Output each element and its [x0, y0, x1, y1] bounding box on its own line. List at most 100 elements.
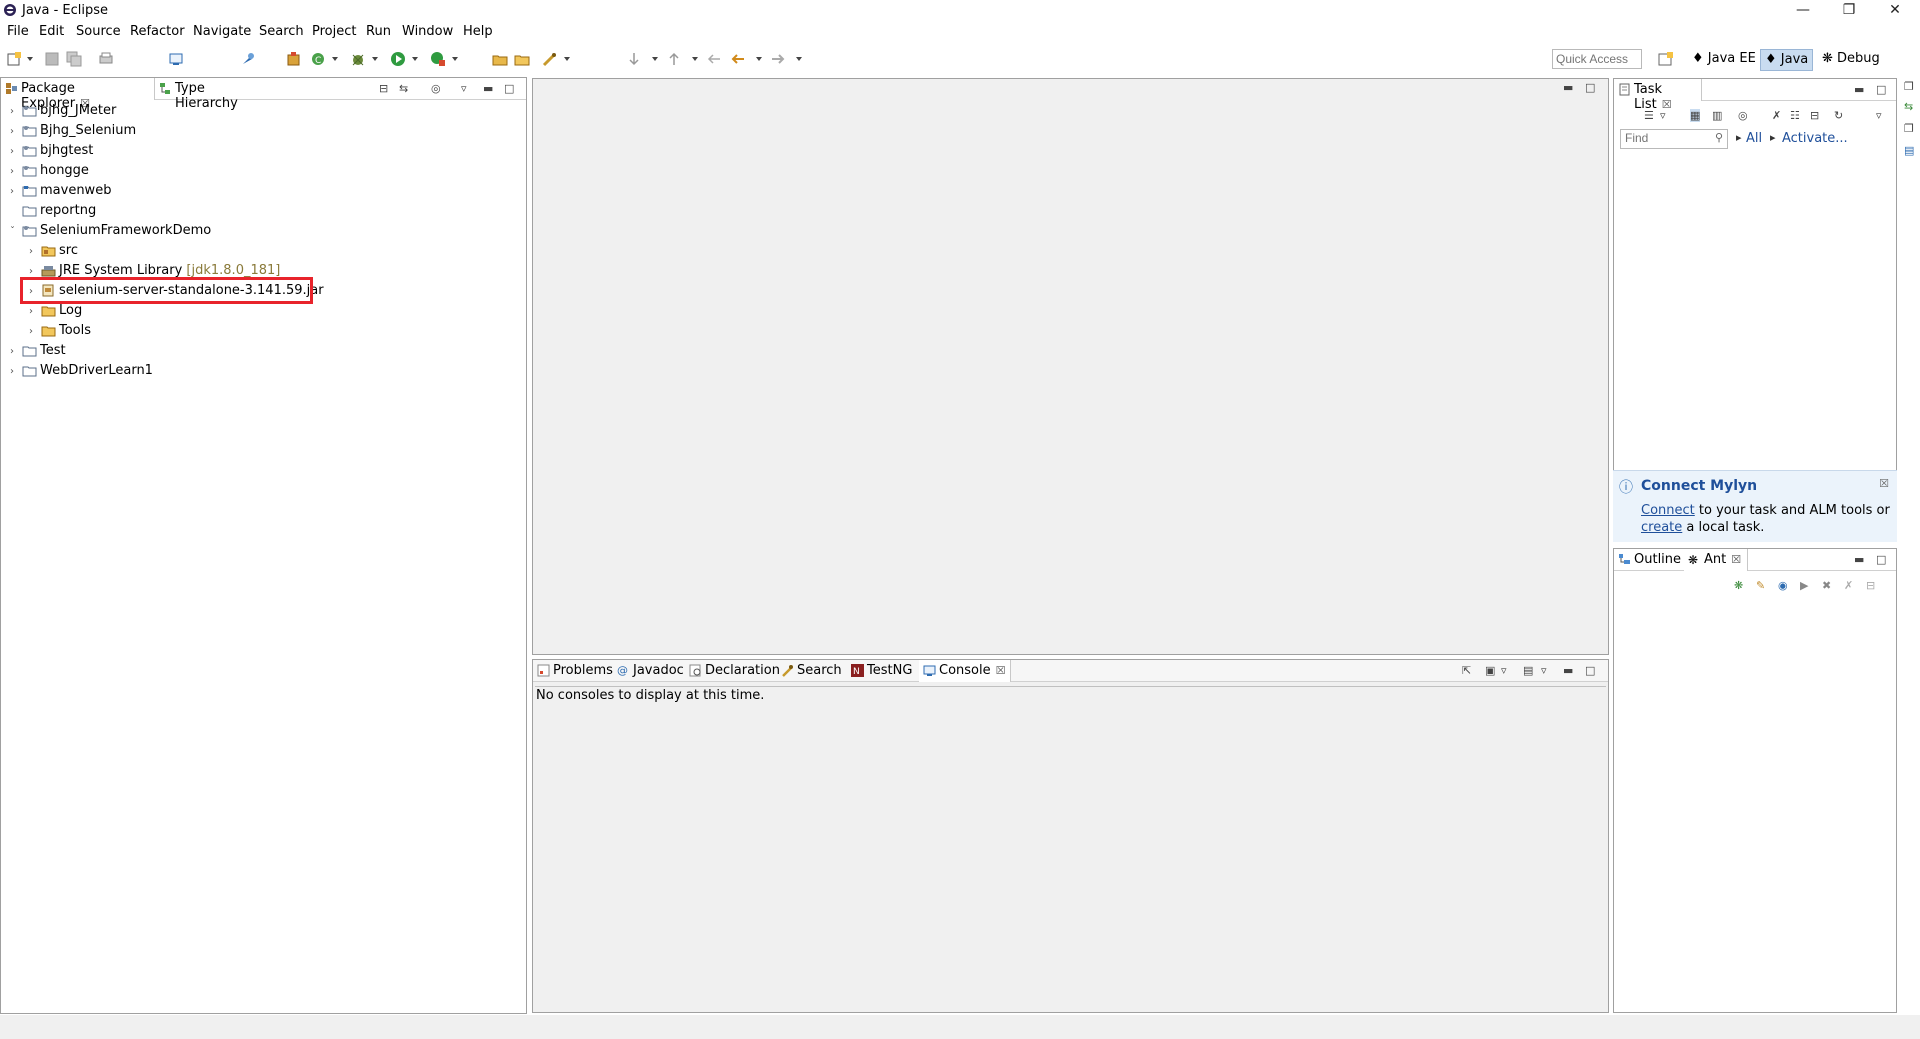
chevron-right-icon[interactable]: › — [29, 246, 39, 257]
perspective-debug[interactable]: ❋ Debug — [1818, 49, 1884, 71]
close-tab-icon[interactable]: ☒ — [1731, 553, 1741, 566]
new-task-dropdown-icon[interactable]: ▿ — [1660, 109, 1666, 122]
chevron-right-icon[interactable]: › — [10, 186, 20, 197]
new-dropdown-icon[interactable] — [27, 57, 33, 61]
editor-area[interactable]: ▬ □ — [532, 78, 1609, 655]
menu-edit[interactable]: Edit — [39, 24, 64, 39]
pin-icon[interactable] — [240, 51, 256, 67]
connect-link[interactable]: Connect — [1641, 503, 1695, 518]
find-input-box[interactable]: ⚲ — [1620, 129, 1728, 149]
hide-completed-icon[interactable]: ✗ — [1772, 109, 1781, 122]
tab-testng[interactable]: N TestNG — [847, 660, 919, 682]
restore-icon[interactable]: ❐ — [1904, 122, 1914, 135]
search-dropdown-icon[interactable] — [564, 57, 570, 61]
open-console-dropdown-icon[interactable]: ▿ — [1541, 664, 1547, 677]
maximize-view-icon[interactable]: □ — [1876, 83, 1886, 96]
maximize-view-icon[interactable]: □ — [1585, 664, 1595, 677]
prev-annotation-icon[interactable] — [666, 51, 682, 67]
save-all-icon[interactable] — [66, 51, 82, 67]
remove-icon[interactable]: ✖ — [1822, 579, 1831, 592]
tab-javadoc[interactable]: @ Javadoc — [613, 660, 685, 682]
new-icon[interactable] — [6, 51, 22, 67]
save-icon[interactable] — [44, 51, 60, 67]
menu-search[interactable]: Search — [259, 24, 304, 39]
open-perspective-icon[interactable] — [1658, 51, 1674, 67]
close-icon[interactable]: ☒ — [1879, 477, 1889, 490]
chevron-right-icon[interactable]: › — [10, 146, 20, 157]
link-with-editor-icon[interactable]: ⇆ — [399, 82, 408, 95]
prev-annotation-dropdown-icon[interactable] — [692, 57, 698, 61]
close-tab-icon[interactable]: ☒ — [996, 664, 1006, 677]
tab-type-hierarchy[interactable]: Type Hierarchy — [155, 78, 267, 111]
restore-icon[interactable]: ❐ — [1826, 0, 1872, 21]
forward-dropdown-icon[interactable] — [796, 57, 802, 61]
search-toolbar-icon[interactable] — [542, 51, 558, 67]
minimize-view-icon[interactable]: ▬ — [483, 82, 493, 95]
focus-task-icon[interactable]: ◎ — [431, 82, 441, 95]
chevron-right-icon[interactable]: › — [10, 366, 20, 377]
chevron-right-icon[interactable]: › — [10, 126, 20, 137]
console-content[interactable]: No consoles to display at this time. — [535, 686, 1606, 1010]
minimize-icon[interactable]: — — [1780, 0, 1826, 21]
chevron-right-icon[interactable]: › — [29, 266, 39, 277]
perspective-java-ee[interactable]: ♦ Java EE — [1688, 49, 1760, 71]
tab-task-list[interactable]: Task List ☒ — [1614, 79, 1702, 112]
sync-icon[interactable]: ↻ — [1834, 109, 1843, 122]
hide-internal-targets-icon[interactable]: ◉ — [1778, 579, 1788, 592]
add-buildfiles-search-icon[interactable]: ✎ — [1756, 579, 1765, 592]
tab-outline[interactable]: Outline — [1614, 549, 1684, 571]
collapse-all-icon[interactable]: ⊟ — [1810, 109, 1819, 122]
print-icon[interactable] — [98, 51, 114, 67]
console-toolbar-icon[interactable] — [168, 51, 184, 67]
palette-icon[interactable]: ▤ — [1904, 144, 1914, 157]
view-menu-icon[interactable]: ▿ — [1876, 109, 1882, 122]
quick-access-input[interactable] — [1552, 49, 1642, 69]
activate-link[interactable]: Activate... — [1782, 131, 1848, 146]
debug-dropdown-icon[interactable] — [372, 57, 378, 61]
open-console-icon[interactable]: ▤ — [1523, 664, 1533, 677]
filter-icon[interactable]: ☷ — [1790, 109, 1800, 122]
collapse-all-icon[interactable]: ⊟ — [379, 82, 388, 95]
search-icon[interactable]: ⚲ — [1715, 131, 1723, 144]
maximize-editor-icon[interactable]: □ — [1585, 81, 1595, 94]
run-dropdown-icon[interactable] — [412, 57, 418, 61]
menu-project[interactable]: Project — [312, 24, 356, 39]
new-task-icon[interactable]: ☰ — [1644, 109, 1654, 122]
open-type-icon[interactable] — [492, 51, 508, 67]
find-input[interactable] — [1621, 130, 1701, 146]
tab-package-explorer[interactable]: Package Explorer ☒ — [1, 78, 155, 111]
last-edit-icon[interactable] — [706, 51, 722, 67]
menu-navigate[interactable]: Navigate — [193, 24, 251, 39]
menu-file[interactable]: File — [7, 24, 29, 39]
chevron-right-icon[interactable]: › — [29, 326, 39, 337]
view-menu-icon[interactable]: ▿ — [461, 82, 467, 95]
git-staging-icon[interactable]: ⇆ — [1904, 100, 1913, 113]
close-icon[interactable]: ✕ — [1872, 0, 1918, 21]
minimize-editor-icon[interactable]: ▬ — [1563, 81, 1573, 94]
menu-window[interactable]: Window — [402, 24, 453, 39]
all-link[interactable]: All — [1746, 131, 1762, 146]
back-dropdown-icon[interactable] — [756, 57, 762, 61]
chevron-right-icon[interactable]: › — [10, 346, 20, 357]
new-package-icon[interactable] — [286, 51, 302, 67]
run-target-icon[interactable]: ▶ — [1800, 579, 1808, 592]
debug-icon[interactable] — [350, 51, 366, 67]
new-class-icon[interactable]: C — [310, 51, 326, 67]
restore-icon[interactable]: ❐ — [1904, 80, 1914, 93]
menu-run[interactable]: Run — [366, 24, 391, 39]
next-annotation-dropdown-icon[interactable] — [652, 57, 658, 61]
pin-console-icon[interactable]: ⇱ — [1462, 664, 1471, 677]
maximize-view-icon[interactable]: □ — [504, 82, 514, 95]
display-console-icon[interactable]: ▣ — [1485, 664, 1495, 677]
maximize-view-icon[interactable]: □ — [1876, 553, 1886, 566]
open-task-icon[interactable] — [514, 51, 530, 67]
scheduled-icon[interactable]: ▥ — [1712, 109, 1722, 122]
tab-console[interactable]: Console ☒ — [919, 660, 1011, 682]
coverage-icon[interactable] — [430, 51, 446, 67]
create-link[interactable]: create — [1641, 520, 1682, 535]
tab-ant[interactable]: ❋ Ant ☒ — [1684, 549, 1748, 571]
coverage-dropdown-icon[interactable] — [452, 57, 458, 61]
back-icon[interactable] — [730, 51, 746, 67]
menu-refactor[interactable]: Refactor — [130, 24, 185, 39]
forward-icon[interactable] — [770, 51, 786, 67]
